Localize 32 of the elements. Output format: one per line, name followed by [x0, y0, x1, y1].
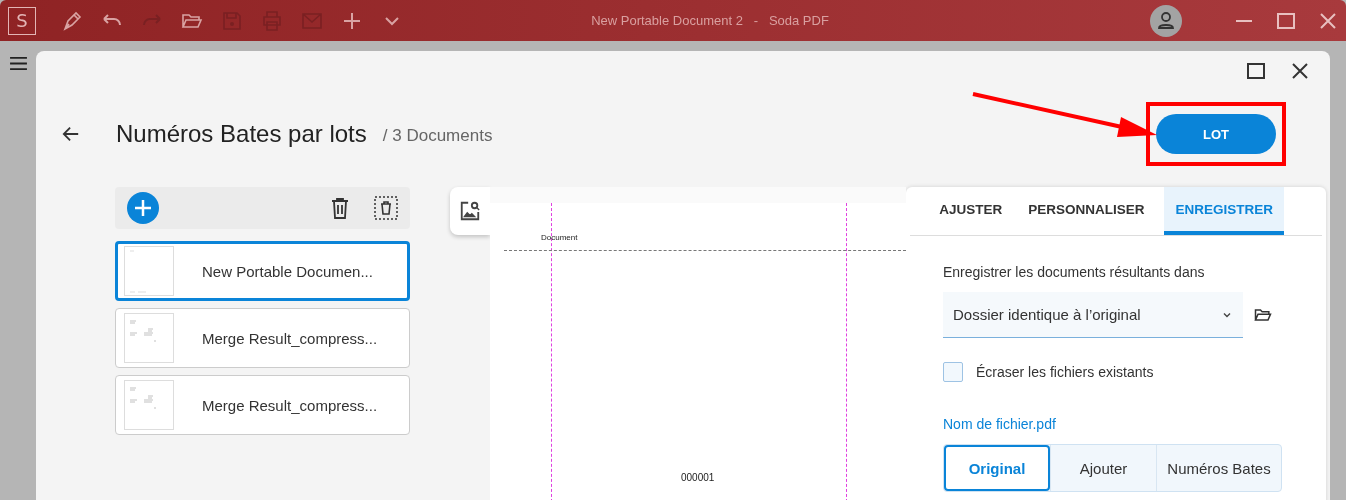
page-thumbnail [124, 313, 174, 363]
lot-button[interactable]: LOT [1156, 114, 1276, 154]
bates-number: 000001 [681, 472, 715, 483]
image-search-icon[interactable] [459, 200, 481, 222]
filename-preview: Nom de fichier.pdf [943, 416, 1057, 432]
checkbox-label: Écraser les fichiers existants [976, 364, 1154, 380]
save-location-label: Enregistrer les documents résultants dans [943, 264, 1206, 280]
menu-icon[interactable] [8, 56, 28, 71]
document-item[interactable]: New Portable Documen... [115, 241, 410, 301]
document-item[interactable]: Merge Result_compress... [115, 308, 410, 368]
naming-option[interactable]: Numéros Bates [1156, 445, 1281, 491]
close-icon[interactable] [1290, 61, 1310, 81]
delete-all-icon[interactable] [374, 196, 398, 220]
back-arrow-icon[interactable] [62, 125, 80, 143]
naming-option[interactable]: Original [944, 445, 1050, 491]
window-title: New Portable Document 2 - Soda PDF [590, 13, 830, 28]
user-avatar-icon[interactable] [1150, 4, 1182, 37]
naming-option[interactable]: Ajouter [1050, 445, 1156, 491]
document-item[interactable]: Merge Result_compress... [115, 375, 410, 435]
page-thumbnail [124, 380, 174, 430]
header-text: Document [541, 233, 578, 242]
folder-dropdown[interactable]: Dossier identique à l’original [943, 292, 1243, 338]
app-logo[interactable]: S [8, 6, 36, 35]
tab[interactable]: ENREGISTRER [1164, 187, 1284, 235]
document-count: / 3 Documents [382, 126, 493, 146]
overwrite-checkbox[interactable] [943, 362, 963, 382]
add-icon[interactable] [127, 192, 159, 224]
page-thumbnail [124, 246, 174, 296]
maximize-icon[interactable] [1246, 61, 1266, 81]
dialog-title: Numéros Bates par lots [116, 120, 367, 148]
tab[interactable]: PERSONNALISER [1022, 187, 1151, 235]
tab[interactable]: AJUSTER [933, 187, 1009, 235]
